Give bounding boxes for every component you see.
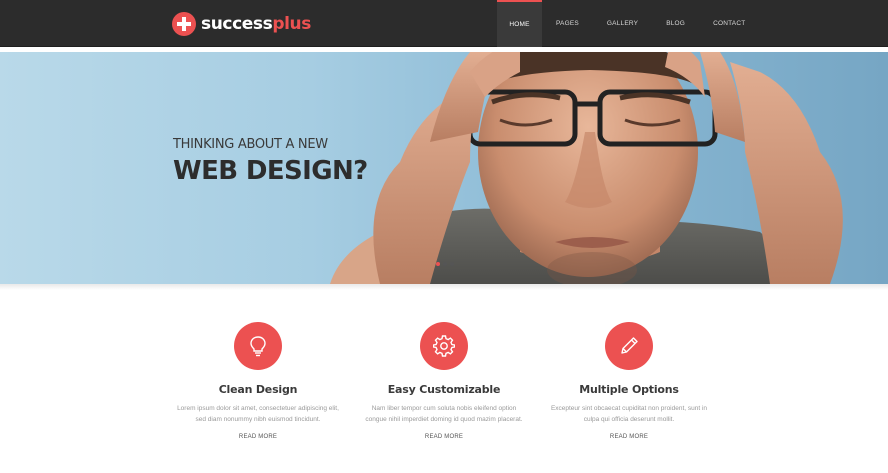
feature-description-line: Lorem ipsum dolor sit amet, consectetuer… bbox=[177, 405, 339, 412]
logo-text: successplus bbox=[201, 12, 311, 36]
feature-description-line: culpa qui officia deserunt mollit. bbox=[583, 416, 675, 423]
nav-contact[interactable]: CONTACT bbox=[699, 0, 759, 47]
feature-clean-design: Clean Design Lorem ipsum dolor sit amet,… bbox=[165, 322, 351, 443]
read-more-link[interactable]: READ MORE bbox=[610, 434, 648, 440]
slider-dot-2[interactable] bbox=[443, 262, 447, 266]
hero-title: WEB DESIGN? bbox=[173, 156, 368, 186]
hero-subtitle: THINKING ABOUT A NEW bbox=[173, 137, 328, 152]
read-more-link[interactable]: READ MORE bbox=[425, 434, 463, 440]
hero-slider: THINKING ABOUT A NEW WEB DESIGN? bbox=[0, 52, 888, 284]
feature-description-line: congue nihil imperdiet doming id quod ma… bbox=[365, 416, 523, 423]
site-logo[interactable]: successplus bbox=[172, 11, 311, 36]
feature-description: Excepteur sint obcaecat cupiditat non pr… bbox=[536, 403, 722, 425]
feature-title: Multiple Options bbox=[579, 383, 679, 396]
feature-description: Lorem ipsum dolor sit amet, consectetuer… bbox=[165, 403, 351, 425]
hero-photo-man-with-glasses bbox=[330, 52, 843, 284]
feature-description-line: Nam liber tempor cum soluta nobis eleife… bbox=[371, 405, 517, 412]
feature-description-line: Excepteur sint obcaecat cupiditat non pr… bbox=[550, 405, 708, 412]
read-more-link[interactable]: READ MORE bbox=[239, 434, 277, 440]
feature-title: Clean Design bbox=[218, 383, 298, 396]
features-section: Clean Design Lorem ipsum dolor sit amet,… bbox=[0, 322, 888, 473]
lightbulb-icon bbox=[234, 322, 282, 370]
hero-caption: THINKING ABOUT A NEW WEB DESIGN? bbox=[173, 137, 368, 186]
pencil-icon bbox=[605, 322, 653, 370]
nav-pages[interactable]: PAGES bbox=[542, 0, 593, 47]
feature-description: Nam liber tempor cum soluta nobis eleife… bbox=[351, 403, 537, 425]
gear-icon bbox=[420, 322, 468, 370]
slider-dot-3[interactable] bbox=[450, 262, 454, 266]
nav-home[interactable]: HOME bbox=[497, 0, 542, 47]
hero-bottom-shadow bbox=[0, 284, 888, 290]
feature-multiple-options: Multiple Options Excepteur sint obcaecat… bbox=[536, 322, 722, 443]
nav-blog[interactable]: BLOG bbox=[652, 0, 699, 47]
logo-text-part2: plus bbox=[272, 13, 311, 34]
slider-dot-1[interactable] bbox=[436, 262, 440, 266]
feature-description-line: sed diam nonummy nibh euismod tincidunt. bbox=[195, 416, 321, 423]
main-nav: HOME PAGES GALLERY BLOG CONTACT bbox=[497, 0, 759, 47]
slider-pagination bbox=[436, 262, 454, 266]
top-navbar: successplus HOME PAGES GALLERY BLOG CONT… bbox=[0, 0, 888, 47]
plus-logo-icon bbox=[172, 11, 196, 36]
nav-gallery[interactable]: GALLERY bbox=[593, 0, 652, 47]
logo-text-part1: success bbox=[201, 13, 273, 34]
feature-easy-customizable: Easy Customizable Nam liber tempor cum s… bbox=[351, 322, 537, 443]
feature-title: Easy Customizable bbox=[387, 383, 501, 396]
